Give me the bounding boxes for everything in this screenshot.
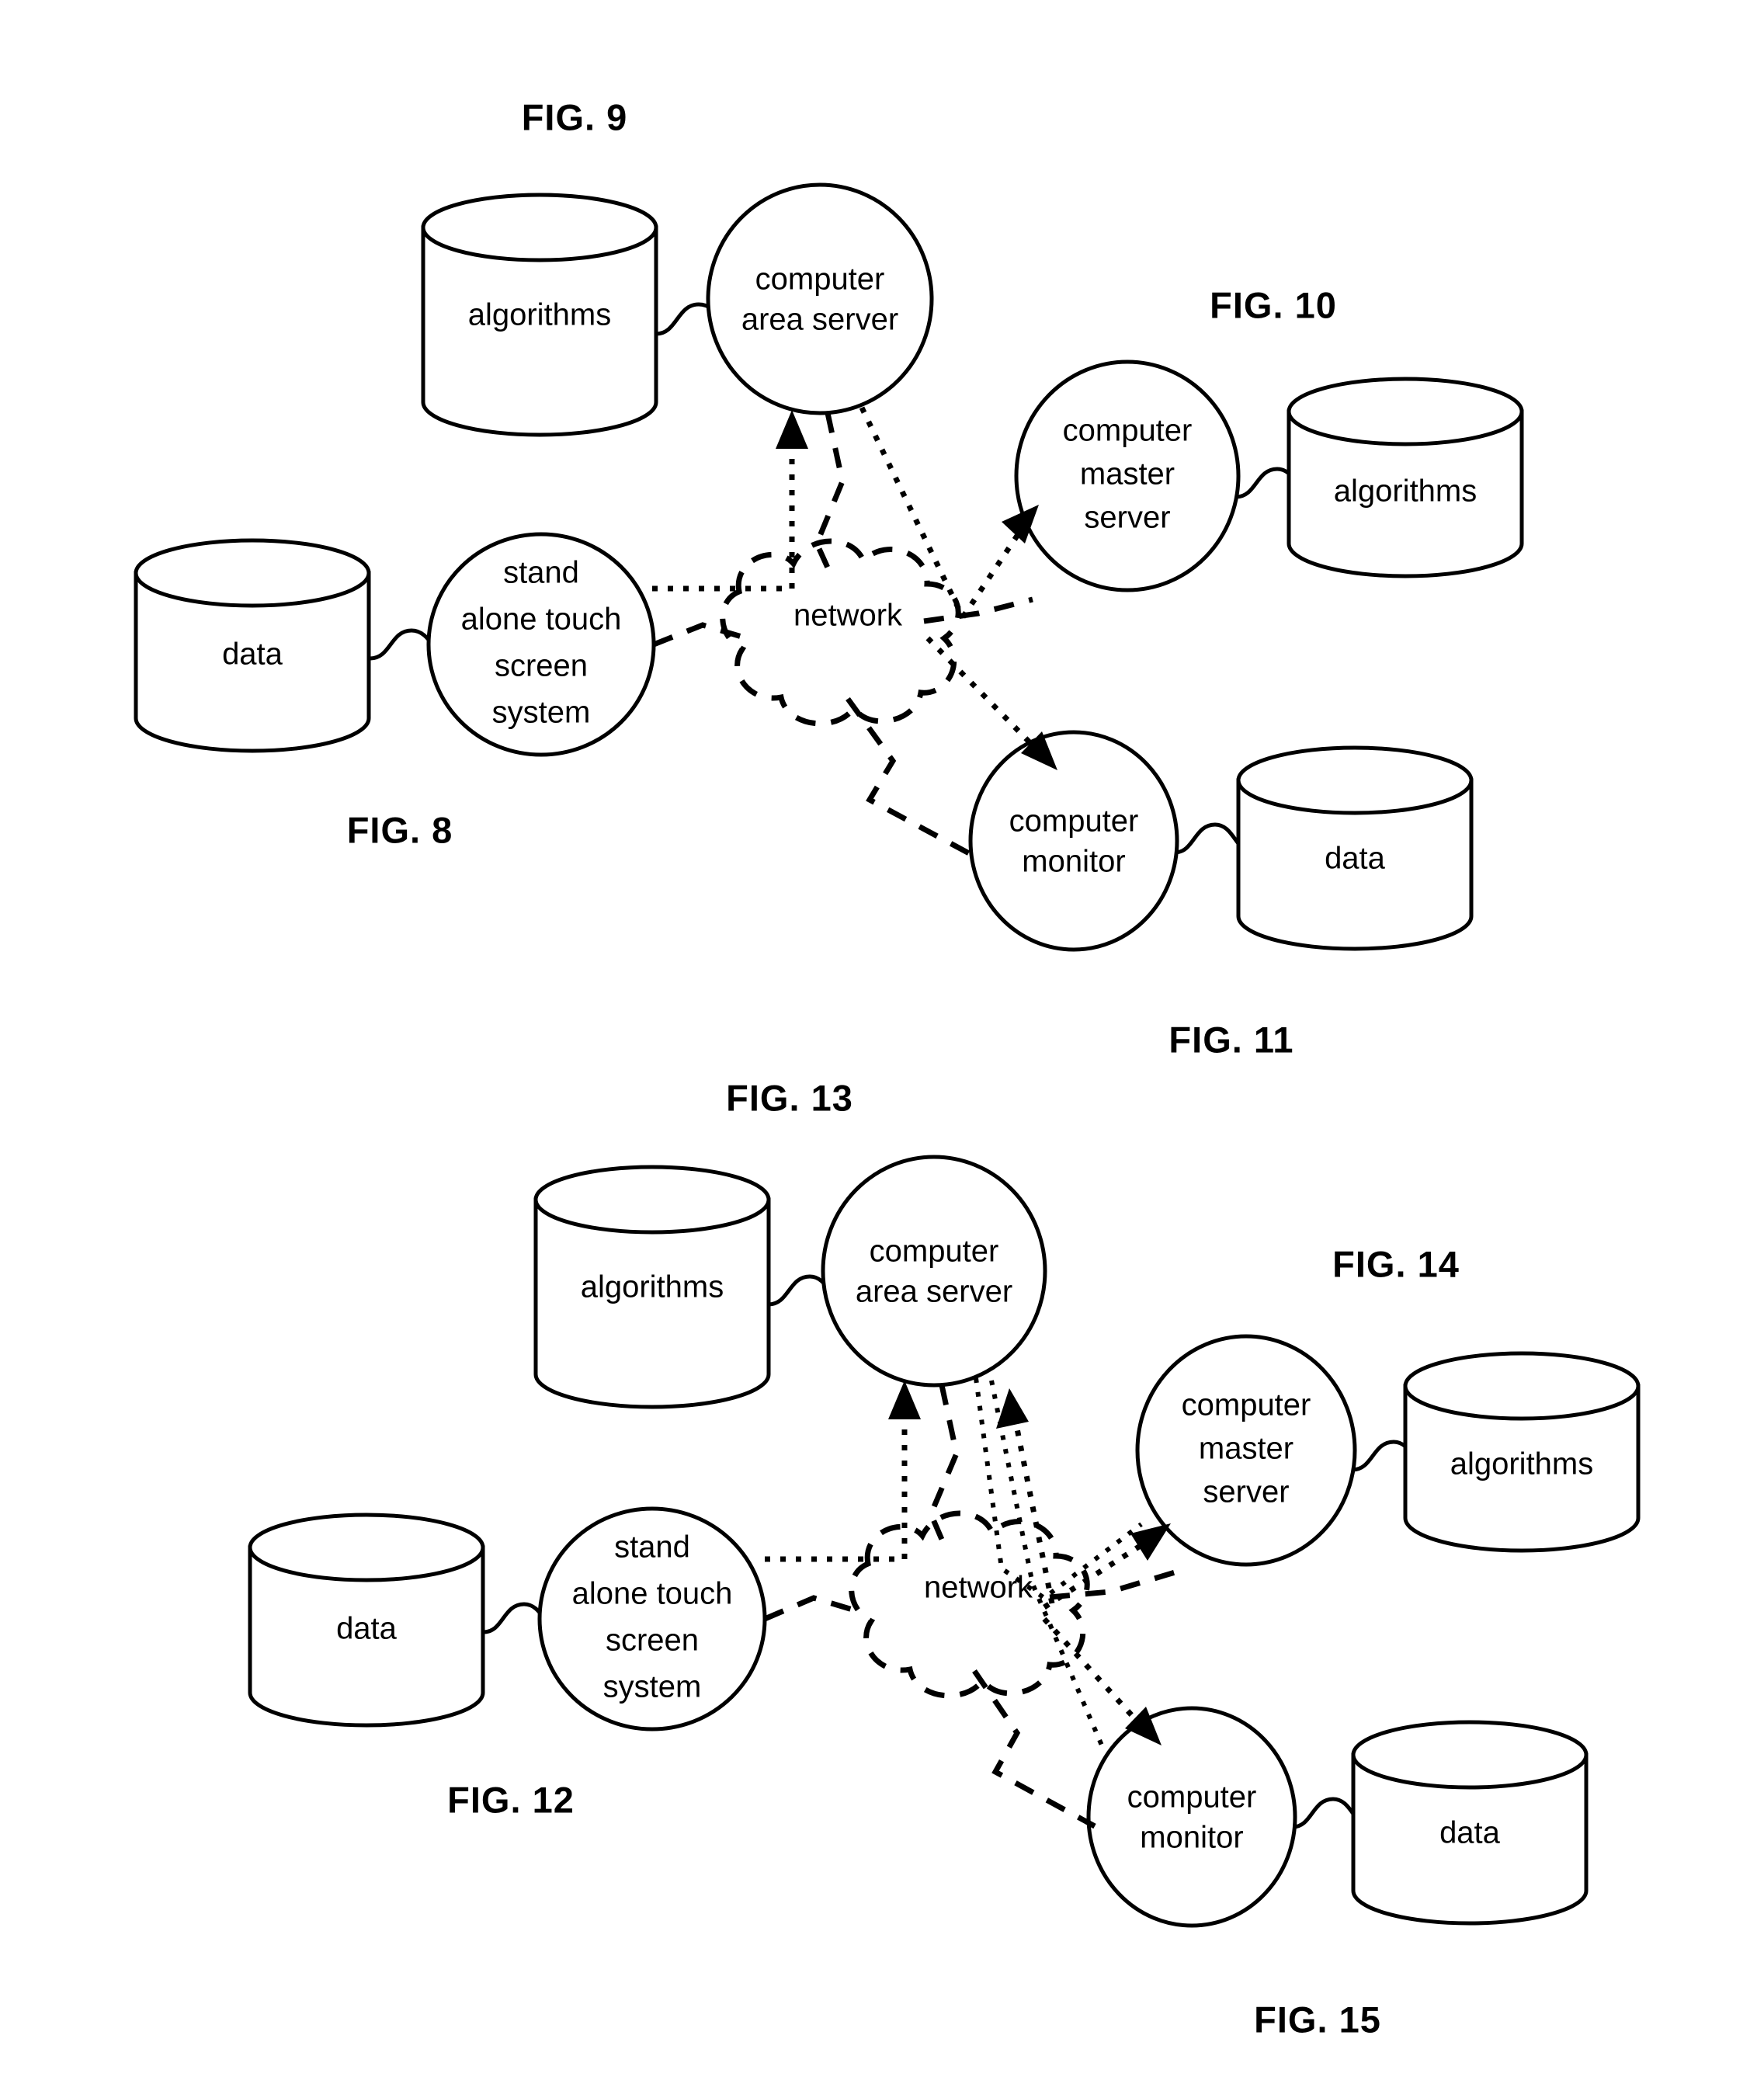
fig-label-10: FIG. 10	[1210, 284, 1337, 325]
node-bottom-monitor: computer monitor	[1086, 1706, 1297, 1928]
node-label-bottom-touch-line4: system	[603, 1670, 702, 1704]
node-label-top-touch-line4: system	[492, 696, 591, 730]
node-top-master-server: computer master server	[1014, 359, 1241, 592]
node-label-top-touch-line3: screen	[495, 649, 588, 683]
arrowhead-up-to-bottom-area-server	[888, 1381, 921, 1419]
node-label-bottom-touch-line2: alone touch	[572, 1577, 733, 1611]
node-label-top-master-line3: server	[1084, 501, 1170, 535]
node-bottom-data-left: data	[248, 1513, 485, 1728]
link-top-area-server-to-network	[814, 412, 846, 576]
arrowhead-up-right-to-bottom-area-server	[996, 1388, 1029, 1429]
node-label-top-monitor-line1: computer	[1009, 804, 1139, 839]
fig-label-13: FIG. 13	[726, 1077, 853, 1118]
node-label-top-algorithms-left: algorithms	[468, 298, 612, 332]
node-label-top-data-right: data	[1325, 842, 1386, 876]
node-label-bottom-algorithms-left: algorithms	[581, 1270, 724, 1304]
node-label-bottom-touch-line1: stand	[614, 1530, 690, 1565]
arrowhead-to-bottom-master-server	[1130, 1523, 1171, 1561]
node-bottom-algorithms-right: algorithms	[1403, 1351, 1641, 1553]
node-label-top-data-left: data	[222, 637, 283, 672]
node-label-bottom-monitor-line2: monitor	[1140, 1821, 1243, 1855]
node-label-bottom-algorithms-right: algorithms	[1450, 1447, 1594, 1481]
fig-label-12: FIG. 12	[447, 1779, 575, 1820]
node-bottom-area-server: computer area server	[821, 1155, 1047, 1388]
node-label-bottom-master-line1: computer	[1182, 1388, 1311, 1422]
node-label-top-master-line2: master	[1080, 457, 1175, 491]
node-top-algorithms-left: algorithms	[421, 193, 658, 437]
link-top-touchscreen-to-network	[652, 622, 748, 648]
arrowhead-up-to-area-server	[776, 410, 808, 449]
node-bottom-touch-screen: stand alone touch screen system	[537, 1506, 767, 1731]
link-bottom-network-to-monitor	[1042, 1617, 1162, 1745]
node-label-bottom-area-server-line1: computer	[870, 1235, 999, 1269]
node-bottom-algorithms-left: algorithms	[533, 1165, 771, 1409]
node-label-bottom-master-line3: server	[1203, 1475, 1289, 1509]
node-label-top-area-server-line1: computer	[755, 262, 885, 297]
link-top-touchscreen-to-area-server	[652, 410, 808, 592]
link-bottom-network-to-master-server	[1049, 1565, 1189, 1600]
link-top-network-tail-to-monitor	[846, 696, 972, 857]
fig-label-9: FIG. 9	[522, 96, 628, 137]
link-bottom-touchscreen-to-area-server	[765, 1381, 921, 1562]
link-top-area-server-to-master-server	[859, 406, 1039, 623]
node-label-bottom-touch-line3: screen	[606, 1624, 699, 1658]
node-top-data-left: data	[134, 538, 371, 753]
link-bottom-touchscreen-to-network	[763, 1595, 862, 1622]
node-label-bottom-network: network	[924, 1571, 1033, 1605]
node-label-bottom-monitor-line1: computer	[1127, 1780, 1257, 1815]
node-label-top-network: network	[793, 599, 903, 633]
node-label-bottom-master-line2: master	[1199, 1432, 1293, 1466]
node-label-bottom-data-right: data	[1439, 1816, 1501, 1850]
patent-figure-sheet: FIG. 9 FIG. 10 FIG. 8 FIG. 11 algorithms…	[0, 0, 1764, 2084]
node-bottom-master-server: computer master server	[1135, 1334, 1357, 1567]
link-bottom-area-server-to-network	[928, 1384, 960, 1548]
node-label-bottom-area-server-line2: area server	[856, 1275, 1012, 1309]
node-bottom-data-right: data	[1351, 1720, 1589, 1926]
link-bottom-network-tail-to-monitor	[972, 1669, 1096, 1829]
link-bottom-master-server-to-area-server	[974, 1377, 1143, 1601]
node-label-top-master-line1: computer	[1063, 414, 1193, 448]
node-label-top-area-server-line2: area server	[741, 303, 898, 337]
fig-label-14: FIG. 14	[1332, 1243, 1460, 1284]
fig-label-8: FIG. 8	[347, 809, 453, 850]
node-label-bottom-data-left: data	[336, 1612, 398, 1646]
figure-canvas: FIG. 9 FIG. 10 FIG. 8 FIG. 11 algorithms…	[134, 96, 1641, 2040]
fig-label-11: FIG. 11	[1168, 1019, 1293, 1060]
link-top-network-to-master-server	[923, 596, 1033, 624]
node-top-data-right: data	[1236, 745, 1474, 951]
node-label-top-algorithms-right: algorithms	[1334, 474, 1478, 509]
fig-label-15: FIG. 15	[1254, 1999, 1381, 2040]
node-label-top-touch-line1: stand	[503, 556, 579, 590]
node-bottom-network: network	[849, 1510, 1090, 1699]
node-top-touch-screen: stand alone touch screen system	[426, 532, 656, 757]
node-label-top-monitor-line2: monitor	[1022, 845, 1125, 879]
node-top-network: network	[720, 538, 961, 727]
node-label-top-touch-line2: alone touch	[461, 603, 622, 637]
node-top-algorithms-right: algorithms	[1287, 377, 1524, 578]
link-top-network-to-monitor	[925, 636, 1057, 770]
node-top-area-server: computer area server	[706, 182, 934, 415]
node-top-monitor: computer monitor	[968, 730, 1179, 952]
